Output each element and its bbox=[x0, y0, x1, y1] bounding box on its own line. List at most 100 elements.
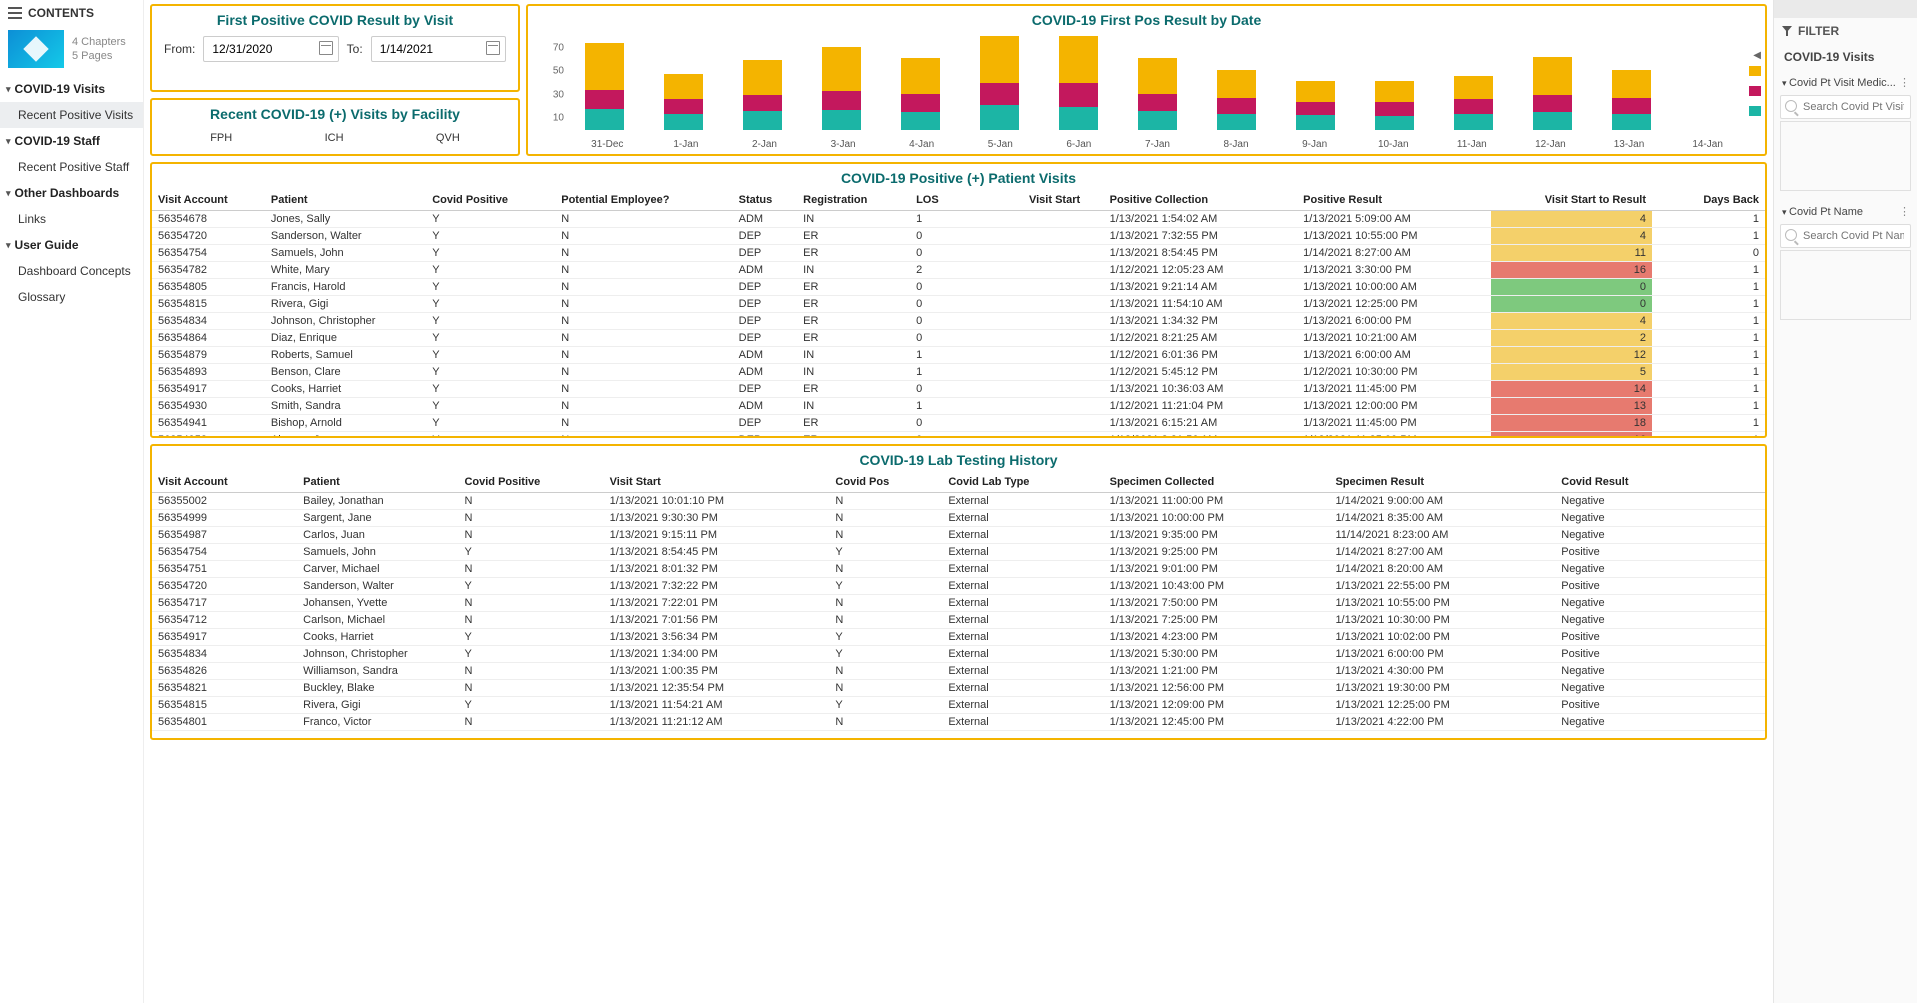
legend-collapse-icon[interactable]: ◀ bbox=[1753, 50, 1761, 61]
nav-item[interactable]: Links bbox=[0, 206, 143, 232]
bar-group[interactable] bbox=[659, 36, 709, 130]
table-row[interactable]: 56354917Cooks, HarrietYNDEPER01/13/2021 … bbox=[152, 381, 1765, 398]
column-header[interactable]: Visit Start bbox=[1023, 190, 1104, 211]
filter-listbox-2[interactable] bbox=[1780, 250, 1911, 320]
bar-group[interactable] bbox=[1448, 36, 1498, 130]
column-header[interactable]: Covid Pos bbox=[829, 472, 942, 493]
table-row[interactable]: 56354678Jones, SallyYNADMIN11/13/2021 1:… bbox=[152, 211, 1765, 228]
cell: Cooks, Harriet bbox=[265, 381, 426, 398]
table-row[interactable]: 56354999Sargent, JaneN1/13/2021 9:30:30 … bbox=[152, 510, 1765, 527]
filter-listbox-1[interactable] bbox=[1780, 121, 1911, 191]
table-row[interactable]: 56355002Bailey, JonathanN1/13/2021 10:01… bbox=[152, 493, 1765, 510]
table-row[interactable]: 56354834Johnson, ChristopherYNDEPER01/13… bbox=[152, 313, 1765, 330]
x-label: 13-Jan bbox=[1590, 139, 1669, 150]
cell: Y bbox=[426, 245, 555, 262]
table-row[interactable]: 56354953Alvarez, JamesYNDEPER01/13/2021 … bbox=[152, 432, 1765, 437]
nav-item[interactable]: Dashboard Concepts bbox=[0, 258, 143, 284]
legend-swatch[interactable] bbox=[1749, 66, 1761, 76]
nav-section[interactable]: COVID-19 Staff bbox=[0, 128, 143, 154]
column-header[interactable]: Patient bbox=[297, 472, 458, 493]
column-header[interactable]: Positive Result bbox=[1297, 190, 1491, 211]
bar-group[interactable] bbox=[1211, 36, 1261, 130]
cell: 56354717 bbox=[152, 595, 297, 612]
table-row[interactable]: 56354941Bishop, ArnoldYNDEPER01/13/2021 … bbox=[152, 415, 1765, 432]
bar-group[interactable] bbox=[1054, 36, 1104, 130]
filter-section-1[interactable]: Covid Pt Visit Medic... ⋮ bbox=[1780, 72, 1911, 93]
column-header[interactable]: LOS bbox=[910, 190, 1023, 211]
bar-group[interactable] bbox=[1685, 36, 1735, 130]
table-row[interactable]: 56354864Diaz, EnriqueYNDEPER01/12/2021 8… bbox=[152, 330, 1765, 347]
bar-group[interactable] bbox=[738, 36, 788, 130]
column-header[interactable]: Patient bbox=[265, 190, 426, 211]
column-header[interactable]: Visit Account bbox=[152, 472, 297, 493]
bar-group[interactable] bbox=[1132, 36, 1182, 130]
bar-group[interactable] bbox=[975, 36, 1025, 130]
table-row[interactable]: 56354801Franco, VictorN1/13/2021 11:21:1… bbox=[152, 714, 1765, 731]
nav-item[interactable]: Glossary bbox=[0, 284, 143, 310]
kebab-icon[interactable]: ⋮ bbox=[1899, 76, 1909, 89]
nav-item[interactable]: Recent Positive Staff bbox=[0, 154, 143, 180]
table-row[interactable]: 56354917Cooks, HarrietY1/13/2021 3:56:34… bbox=[152, 629, 1765, 646]
visits-table[interactable]: Visit AccountPatientCovid PositivePotent… bbox=[152, 190, 1765, 436]
column-header[interactable]: Specimen Collected bbox=[1104, 472, 1330, 493]
column-header[interactable]: Potential Employee? bbox=[555, 190, 732, 211]
table-row[interactable]: 56354717Johansen, YvetteN1/13/2021 7:22:… bbox=[152, 595, 1765, 612]
calendar-icon[interactable] bbox=[319, 41, 333, 55]
filter-section-2[interactable]: Covid Pt Name ⋮ bbox=[1780, 201, 1911, 222]
facility-label[interactable]: QVH bbox=[436, 132, 460, 144]
table-row[interactable]: 56354720Sanderson, WalterYNDEPER01/13/20… bbox=[152, 228, 1765, 245]
facility-label[interactable]: ICH bbox=[325, 132, 344, 144]
table-row[interactable]: 56354805Francis, HaroldYNDEPER01/13/2021… bbox=[152, 279, 1765, 296]
column-header[interactable]: Days Back bbox=[1652, 190, 1765, 211]
filter-search-1[interactable] bbox=[1780, 95, 1911, 119]
column-header[interactable]: Status bbox=[733, 190, 798, 211]
column-header[interactable]: Registration bbox=[797, 190, 910, 211]
table-row[interactable]: 56354754Samuels, JohnYNDEPER01/13/2021 8… bbox=[152, 245, 1765, 262]
table-row[interactable]: 56354720Sanderson, WalterY1/13/2021 7:32… bbox=[152, 578, 1765, 595]
table-row[interactable]: 56354826Williamson, SandraN1/13/2021 1:0… bbox=[152, 663, 1765, 680]
bar-group[interactable] bbox=[896, 36, 946, 130]
facility-label[interactable]: FPH bbox=[210, 132, 232, 144]
column-header[interactable]: Positive Collection bbox=[1104, 190, 1298, 211]
column-header[interactable]: Covid Positive bbox=[426, 190, 555, 211]
table-row[interactable]: 56354782White, MaryYNADMIN21/12/2021 12:… bbox=[152, 262, 1765, 279]
bar-group[interactable] bbox=[1290, 36, 1340, 130]
table-row[interactable]: 56354712Carlson, MichaelN1/13/2021 7:01:… bbox=[152, 612, 1765, 629]
table-row[interactable]: 56354930Smith, SandraYNADMIN11/12/2021 1… bbox=[152, 398, 1765, 415]
cell: Smith, Sandra bbox=[265, 398, 426, 415]
bar-group[interactable] bbox=[1606, 36, 1656, 130]
nav-section[interactable]: User Guide bbox=[0, 232, 143, 258]
table-row[interactable]: 56354751Carver, MichaelN1/13/2021 8:01:3… bbox=[152, 561, 1765, 578]
kebab-icon[interactable]: ⋮ bbox=[1899, 205, 1909, 218]
column-header[interactable]: Covid Positive bbox=[458, 472, 603, 493]
column-header[interactable]: Visit Account bbox=[152, 190, 265, 211]
calendar-icon[interactable] bbox=[486, 41, 500, 55]
column-header[interactable]: Covid Lab Type bbox=[942, 472, 1103, 493]
bar-segment bbox=[1217, 70, 1256, 98]
nav-item[interactable]: Recent Positive Visits bbox=[0, 102, 143, 128]
filter-search-2[interactable] bbox=[1780, 224, 1911, 248]
nav-section[interactable]: Other Dashboards bbox=[0, 180, 143, 206]
nav-section[interactable]: COVID-19 Visits bbox=[0, 76, 143, 102]
column-header[interactable]: Visit Start bbox=[604, 472, 830, 493]
table-row[interactable]: 56354821Buckley, BlakeN1/13/2021 12:35:5… bbox=[152, 680, 1765, 697]
bar-group[interactable] bbox=[580, 36, 630, 130]
table-row[interactable]: 56354879Roberts, SamuelYNADMIN11/12/2021… bbox=[152, 347, 1765, 364]
table-row[interactable]: 56354754Samuels, JohnY1/13/2021 8:54:45 … bbox=[152, 544, 1765, 561]
column-header[interactable]: Covid Result bbox=[1555, 472, 1765, 493]
column-header[interactable]: Visit Start to Result bbox=[1491, 190, 1652, 211]
bar-group[interactable] bbox=[1369, 36, 1419, 130]
bar-group[interactable] bbox=[1527, 36, 1577, 130]
cell: 56354930 bbox=[152, 398, 265, 415]
table-row[interactable]: 56354987Carlos, JuanN1/13/2021 9:15:11 P… bbox=[152, 527, 1765, 544]
column-header[interactable]: Specimen Result bbox=[1329, 472, 1555, 493]
sidebar-card[interactable]: 4 Chapters 5 Pages bbox=[0, 26, 143, 76]
table-row[interactable]: 56354815Rivera, GigiY1/13/2021 11:54:21 … bbox=[152, 697, 1765, 714]
legend-swatch[interactable] bbox=[1749, 106, 1761, 116]
bar-group[interactable] bbox=[817, 36, 867, 130]
table-row[interactable]: 56354893Benson, ClareYNADMIN11/12/2021 5… bbox=[152, 364, 1765, 381]
table-row[interactable]: 56354815Rivera, GigiYNDEPER01/13/2021 11… bbox=[152, 296, 1765, 313]
table-row[interactable]: 56354834Johnson, ChristopherY1/13/2021 1… bbox=[152, 646, 1765, 663]
lab-table[interactable]: Visit AccountPatientCovid PositiveVisit … bbox=[152, 472, 1765, 731]
legend-swatch[interactable] bbox=[1749, 86, 1761, 96]
